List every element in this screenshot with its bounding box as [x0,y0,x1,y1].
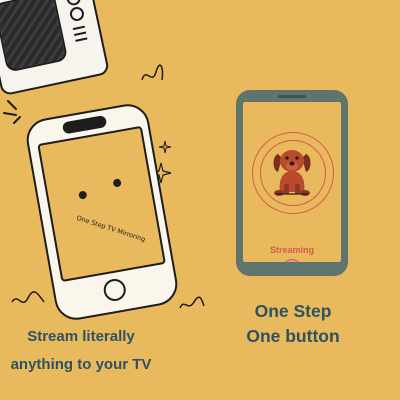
tv-knob-icon [65,0,82,7]
squiggle-icon [179,296,205,309]
phone-screen: One Step TV Mirroring [37,125,166,283]
phone-notch [61,114,108,135]
caption-line2: anything to your TV [10,356,152,373]
dog-icon [273,150,311,196]
eye-icon [112,178,122,188]
squiggle-icon [11,291,45,304]
sparkle-icon [158,140,172,154]
eye-icon [78,190,88,200]
home-button-icon [101,277,128,303]
streaming-status-label: Streaming [269,245,314,255]
headline-line1: One Step [254,301,332,321]
app-name-text: One Step TV Mirroring [75,213,147,244]
tv-vent-line [74,31,87,36]
stop-button[interactable] [282,259,302,262]
tv-illustration [0,0,111,97]
squiggle-icon [141,64,164,81]
tv-vent-line [75,37,88,42]
tv-vent-line [72,25,85,31]
caption-line1: Stream literally [27,328,135,345]
phone-mockup: Streaming [236,90,348,276]
tv-screen [0,0,69,73]
headline-line2: One button [246,326,340,346]
phone-speaker [278,95,306,98]
tv-control-panel [62,0,95,54]
phone-screen: Streaming [243,102,341,262]
tv-knob-icon [68,5,86,23]
